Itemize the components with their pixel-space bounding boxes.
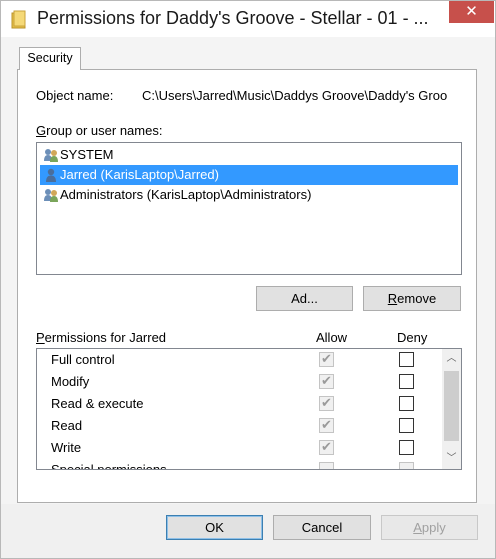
permission-row-special: Special permissions (37, 459, 437, 470)
apply-button-rest: pply (421, 520, 446, 535)
deny-checkbox[interactable] (399, 396, 414, 411)
permission-name: Read & execute (51, 396, 144, 411)
permission-row-modify: Modify ✔ (37, 371, 437, 393)
scrollbar-thumb[interactable] (444, 371, 459, 441)
deny-checkbox[interactable] (399, 462, 414, 469)
check-icon: ✔ (321, 373, 332, 388)
permissions-label-mnemonic: P (36, 330, 45, 345)
folder-icon (11, 10, 26, 29)
object-name-label: Object name: (36, 88, 114, 103)
deny-column-header: Deny (397, 330, 428, 345)
permissions-label-rest: ermissions for Jarred (44, 330, 167, 345)
permission-name: Full control (51, 352, 115, 367)
users-group-icon (44, 189, 58, 202)
remove-button-mnemonic: R (387, 291, 398, 306)
check-icon: ✔ (321, 395, 332, 410)
check-icon: ✔ (321, 417, 332, 432)
deny-checkbox[interactable] (399, 418, 414, 433)
check-icon: ✔ (321, 351, 332, 366)
deny-checkbox[interactable] (399, 374, 414, 389)
close-button[interactable]: ✕ (449, 1, 494, 23)
allow-checkbox[interactable]: ✔ (319, 417, 334, 433)
allow-checkbox[interactable]: ✔ (319, 351, 334, 367)
user-icon (46, 168, 56, 182)
allow-checkbox[interactable]: ✔ (319, 439, 334, 455)
group-or-user-names-label: Group or user names: (36, 123, 162, 138)
permissions-dialog: Permissions for Daddy's Groove - Stellar… (0, 0, 496, 559)
permissions-for-label: Permissions for Jarred (36, 330, 166, 345)
permission-row-full-control: Full control ✔ (37, 349, 437, 371)
permissions-scrollbar[interactable]: ︿ ﹀ (442, 349, 461, 469)
scroll-down-icon[interactable]: ﹀ (442, 449, 461, 469)
check-icon: ✔ (321, 439, 332, 454)
window-title: Permissions for Daddy's Groove - Stellar… (37, 8, 429, 28)
object-name-value: C:\Users\Jarred\Music\Daddys Groove\Dadd… (142, 88, 448, 103)
remove-button[interactable]: Remove (363, 286, 461, 311)
permission-row-write: Write ✔ (37, 437, 437, 459)
allow-column-header: Allow (316, 330, 348, 345)
users-group-icon (44, 149, 58, 162)
permission-name: Special permissions (51, 462, 167, 470)
user-row-administrators[interactable]: Administrators (KarisLaptop\Administrato… (40, 185, 458, 205)
apply-button-mnemonic: A (413, 520, 422, 535)
add-button-ellipsis: ... (307, 291, 318, 306)
remove-button-rest: emove (397, 291, 437, 306)
user-row-label: Administrators (KarisLaptop\Administrato… (60, 187, 312, 202)
tab-security[interactable]: Security (19, 47, 81, 70)
permission-row-read: Read ✔ (37, 415, 437, 437)
add-button-label: Ad (291, 291, 308, 306)
user-row-system[interactable]: SYSTEM (40, 145, 458, 165)
apply-button[interactable]: Apply (381, 515, 478, 540)
deny-checkbox[interactable] (399, 352, 414, 367)
user-row-label: SYSTEM (60, 147, 114, 162)
deny-checkbox[interactable] (399, 440, 414, 455)
user-row-jarred[interactable]: Jarred (KarisLaptop\Jarred) (40, 165, 458, 185)
permission-name: Write (51, 440, 82, 455)
group-label-mnemonic: G (36, 123, 47, 138)
permission-name: Read (51, 418, 83, 433)
allow-checkbox[interactable]: ✔ (319, 373, 334, 389)
scroll-up-icon[interactable]: ︿ (442, 349, 461, 369)
user-row-label: Jarred (KarisLaptop\Jarred) (60, 167, 219, 182)
permissions-list: Full control ✔ Modify ✔ Read & execute ✔… (36, 348, 462, 470)
allow-checkbox[interactable] (319, 462, 334, 469)
allow-checkbox[interactable]: ✔ (319, 395, 334, 411)
add-button[interactable]: Ad... (256, 286, 353, 311)
permission-name: Modify (51, 374, 90, 389)
group-or-user-list[interactable]: SYSTEM Jarred (KarisLaptop\Jarred) Admin… (36, 142, 462, 275)
ok-button[interactable]: OK (166, 515, 263, 540)
group-label-rest: roup or user names: (46, 123, 163, 138)
permission-row-read-execute: Read & execute ✔ (37, 393, 437, 415)
title-bar[interactable]: Permissions for Daddy's Groove - Stellar… (1, 1, 495, 37)
cancel-button[interactable]: Cancel (273, 515, 371, 540)
